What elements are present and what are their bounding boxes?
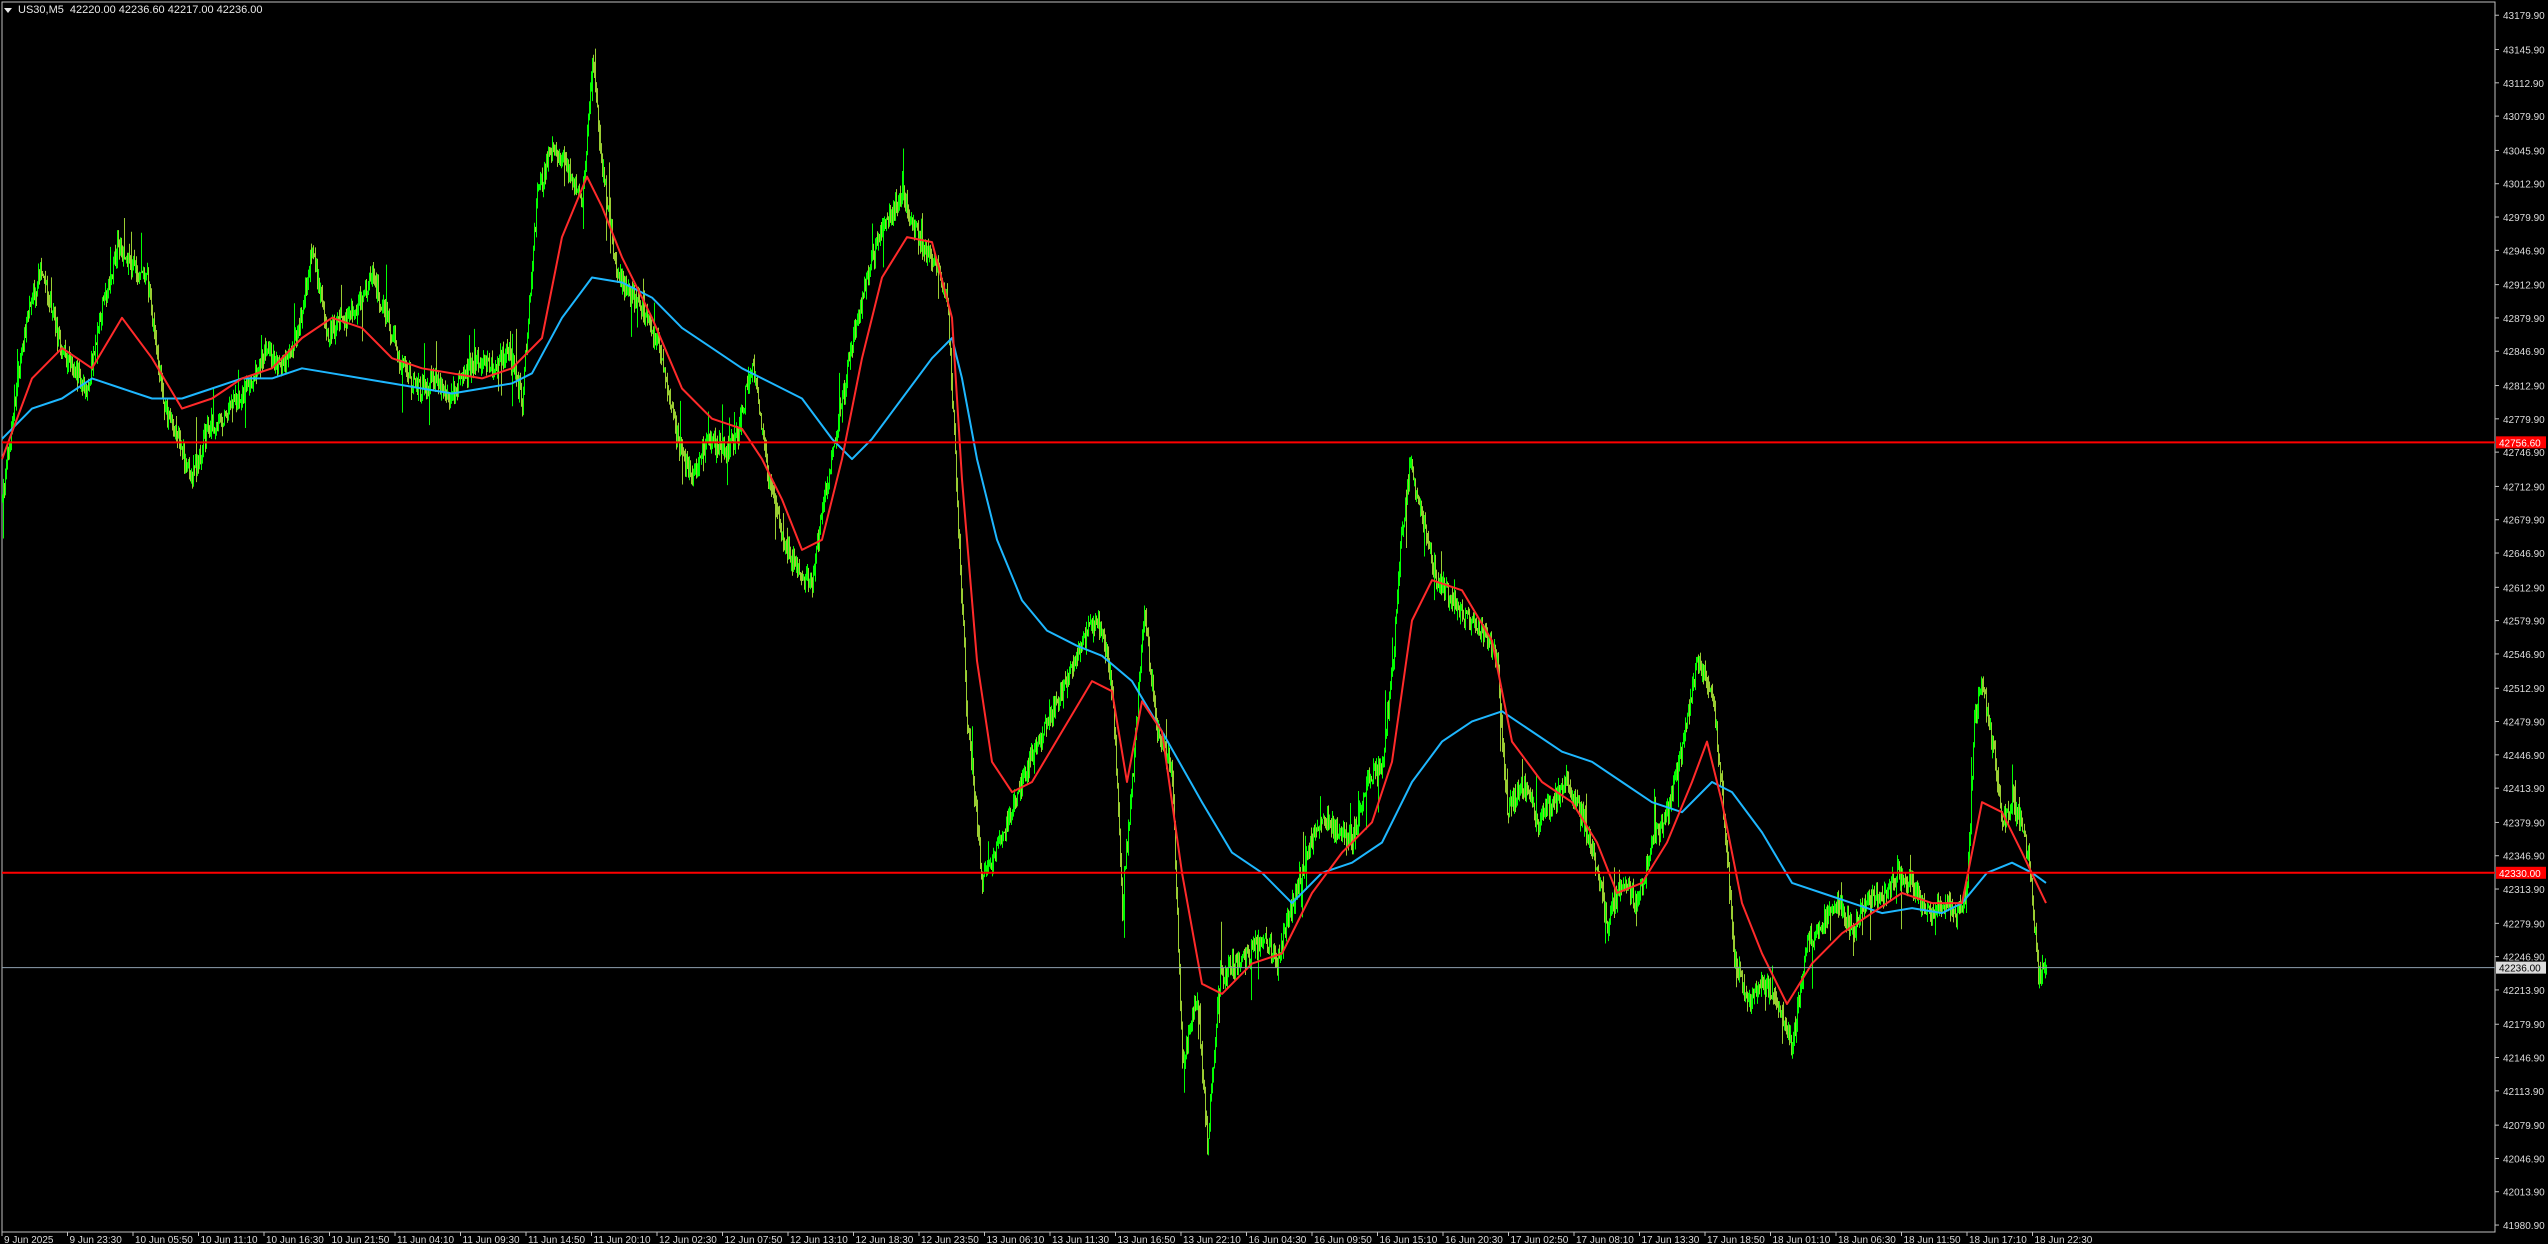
price-axis-label: 42579.90 xyxy=(2503,617,2545,628)
price-axis-label: 42146.90 xyxy=(2503,1054,2545,1065)
price-chart[interactable]: 43179.90 43145.90 43112.90 43079.90 43045.90… xyxy=(0,0,2548,1244)
time-axis-label: 13 Jun 11:30 xyxy=(1052,1235,1110,1244)
time-axis-label: 12 Jun 13:10 xyxy=(790,1235,848,1244)
time-axis-label: 13 Jun 22:10 xyxy=(1183,1235,1241,1244)
time-axis-label: 10 Jun 05:50 xyxy=(135,1235,193,1244)
price-axis-label: 43045.90 xyxy=(2503,146,2545,157)
price-axis-label: 42313.90 xyxy=(2503,885,2545,896)
price-axis-label: 42179.90 xyxy=(2503,1020,2545,1031)
price-axis-label: 42079.90 xyxy=(2503,1121,2545,1132)
ohlc-readout: 42220.00 42236.60 42217.00 42236.00 xyxy=(69,4,263,16)
time-axis-label: 16 Jun 15:10 xyxy=(1380,1235,1438,1244)
bid-price-label: 42236.00 xyxy=(2499,964,2541,975)
time-axis-label: 9 Jun 23:30 xyxy=(70,1235,123,1244)
price-axis-label: 43112.90 xyxy=(2503,79,2544,90)
price-axis-label: 42812.90 xyxy=(2503,382,2545,393)
level-price-label: 42756.60 xyxy=(2499,438,2541,449)
price-axis-label: 42279.90 xyxy=(2503,919,2545,930)
price-axis-label: 42846.90 xyxy=(2503,347,2545,358)
price-axis-label: 42879.90 xyxy=(2503,314,2545,325)
price-axis-label: 41980.90 xyxy=(2503,1221,2545,1232)
time-axis-label: 11 Jun 09:30 xyxy=(463,1235,521,1244)
time-axis-label: 18 Jun 11:50 xyxy=(1904,1235,1962,1244)
time-axis-label: 12 Jun 18:30 xyxy=(856,1235,914,1244)
price-axis-label: 43145.90 xyxy=(2503,46,2545,57)
plot-frame xyxy=(1,1,2496,1233)
price-axis-label: 42013.90 xyxy=(2503,1188,2545,1199)
price-axis-label: 42712.90 xyxy=(2503,482,2545,493)
moving-average-fast xyxy=(1,175,2047,1005)
chart-menu-arrow-icon[interactable] xyxy=(4,7,12,13)
time-axis-label: 9 Jun 2025 xyxy=(4,1235,54,1244)
moving-average-slow xyxy=(1,276,2047,915)
time-axis-label: 12 Jun 07:50 xyxy=(725,1235,783,1244)
time-axis-label: 18 Jun 22:30 xyxy=(2035,1235,2093,1244)
price-axis-label: 42679.90 xyxy=(2503,516,2545,527)
price-axis-label: 42379.90 xyxy=(2503,818,2545,829)
price-axis-label: 42779.90 xyxy=(2503,415,2545,426)
time-axis-label: 11 Jun 14:50 xyxy=(528,1235,586,1244)
price-axis-label: 42912.90 xyxy=(2503,281,2545,292)
price-axis-label: 42213.90 xyxy=(2503,986,2545,997)
chart-header: US30,M5 42220.00 42236.60 42217.00 42236… xyxy=(4,2,263,18)
time-axis-label: 13 Jun 06:10 xyxy=(987,1235,1045,1244)
time-axis-label: 17 Jun 08:10 xyxy=(1576,1235,1634,1244)
time-axis-label: 17 Jun 13:30 xyxy=(1642,1235,1700,1244)
time-axis-label: 16 Jun 04:30 xyxy=(1249,1235,1307,1244)
time-axis-label: 11 Jun 20:10 xyxy=(594,1235,652,1244)
price-axis-label: 42346.90 xyxy=(2503,852,2545,863)
time-axis-label: 13 Jun 16:50 xyxy=(1118,1235,1176,1244)
time-axis-label: 18 Jun 17:10 xyxy=(1969,1235,2027,1244)
price-axis-label: 43012.90 xyxy=(2503,180,2545,191)
price-axis-label: 42746.90 xyxy=(2503,448,2545,459)
price-axis-label: 42979.90 xyxy=(2503,213,2545,224)
time-axis-label: 10 Jun 11:10 xyxy=(201,1235,259,1244)
price-axis-label: 42612.90 xyxy=(2503,583,2545,594)
time-axis-label: 17 Jun 02:50 xyxy=(1511,1235,1569,1244)
price-axis-label: 42113.90 xyxy=(2503,1087,2544,1098)
time-axis-label: 11 Jun 04:10 xyxy=(397,1235,455,1244)
price-axis-label: 42479.90 xyxy=(2503,718,2545,729)
price-axis-label: 43179.90 xyxy=(2503,11,2545,22)
price-axis-label: 42413.90 xyxy=(2503,784,2545,795)
price-axis-label: 43079.90 xyxy=(2503,112,2545,123)
price-axis-label: 42946.90 xyxy=(2503,246,2545,257)
time-axis-label: 16 Jun 20:30 xyxy=(1445,1235,1503,1244)
level-price-label: 42330.00 xyxy=(2499,869,2541,880)
time-axis-label: 12 Jun 02:30 xyxy=(659,1235,717,1244)
price-axis-label: 42046.90 xyxy=(2503,1154,2545,1165)
price-axis-label: 42546.90 xyxy=(2503,650,2545,661)
price-axis-label: 42446.90 xyxy=(2503,751,2545,762)
time-axis-label: 17 Jun 18:50 xyxy=(1707,1235,1765,1244)
time-axis-label: 12 Jun 23:50 xyxy=(921,1235,979,1244)
time-axis-label: 10 Jun 16:30 xyxy=(266,1235,324,1244)
time-axis-label: 10 Jun 21:50 xyxy=(332,1235,390,1244)
time-axis-label: 16 Jun 09:50 xyxy=(1314,1235,1372,1244)
price-axis-label: 42512.90 xyxy=(2503,684,2545,695)
symbol-label: US30,M5 xyxy=(18,4,64,16)
time-axis-label: 18 Jun 01:10 xyxy=(1773,1235,1831,1244)
time-axis-label: 18 Jun 06:30 xyxy=(1838,1235,1896,1244)
price-axis-label: 42646.90 xyxy=(2503,549,2545,560)
